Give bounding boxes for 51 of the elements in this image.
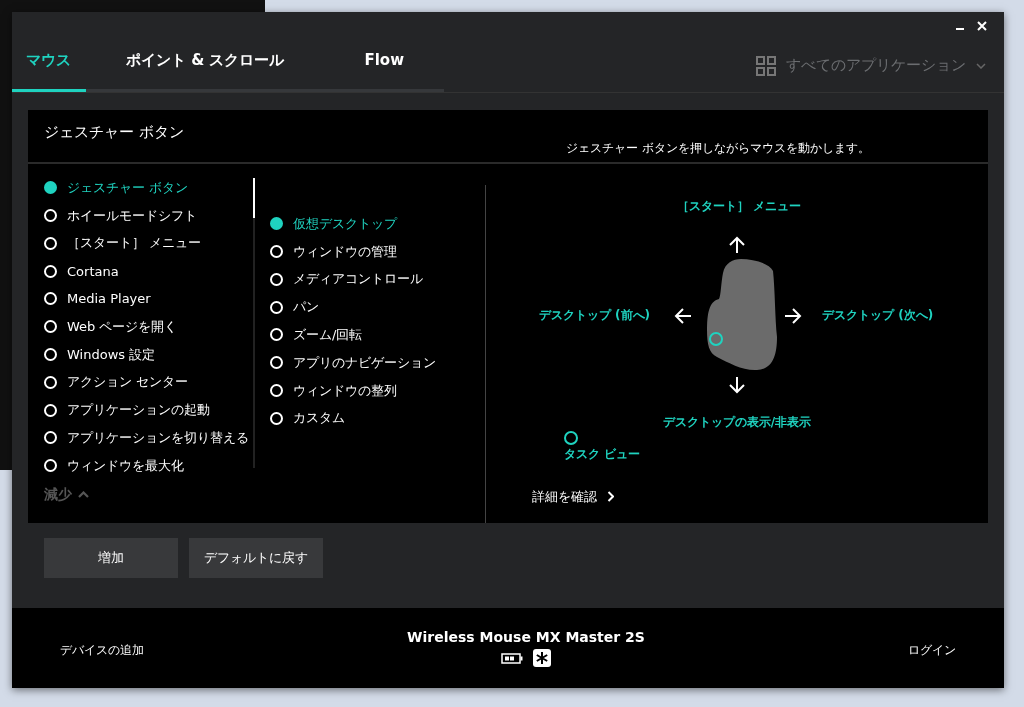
action-button[interactable]: デフォルトに戻す — [189, 538, 323, 579]
asterisk-badge-icon — [533, 649, 551, 668]
arrow-right-icon — [784, 306, 802, 325]
minimize-icon — [956, 28, 964, 31]
option-item[interactable]: アプリケーションを切り替える — [44, 424, 249, 452]
battery-icon — [501, 652, 523, 664]
option-item[interactable]: カスタム — [270, 404, 345, 433]
panel-title: ジェスチャー ボタン — [44, 122, 184, 142]
scrollbar[interactable] — [253, 177, 255, 468]
details-link[interactable]: 詳細を確認 — [532, 487, 614, 506]
option-item[interactable]: ジェスチャー ボタン — [44, 173, 189, 202]
tab[interactable]: Flow — [324, 39, 444, 92]
login-link[interactable]: ログイン — [908, 641, 956, 659]
option-item[interactable]: アプリケーションの起動 — [44, 396, 210, 425]
option-item[interactable]: アプリのナビゲーション — [270, 348, 436, 377]
close-button[interactable] — [976, 19, 988, 32]
gesture-label: デスクトップ (前へ) — [538, 306, 650, 324]
option-item[interactable]: パン — [270, 293, 319, 322]
option-item[interactable]: ウィンドウを最大化 — [44, 451, 184, 480]
chevron-down-icon — [976, 62, 986, 69]
option-item[interactable]: ［スタート］ メニュー — [44, 229, 202, 258]
gesture-label: デスクトップの表示/非表示 — [662, 413, 812, 431]
device-name: Wireless Mouse MX Master 2S — [407, 629, 645, 646]
option-item[interactable]: 仮想デスクトップ — [270, 209, 397, 238]
arrow-left-icon — [674, 306, 692, 325]
gesture-label: デスクトップ (次へ) — [822, 306, 934, 324]
option-item[interactable]: Media Player — [44, 285, 151, 313]
option-item[interactable]: アクション センター — [44, 368, 189, 397]
arrow-down-icon — [728, 375, 746, 394]
option-item[interactable]: Web ページを開く — [44, 312, 178, 341]
click-circle-icon — [564, 430, 578, 445]
gesture-label: タスク ビュー — [564, 445, 641, 463]
chevron-up-icon — [78, 491, 89, 499]
option-item[interactable]: ホイールモードシフト — [44, 201, 197, 230]
option-item[interactable]: メディアコントロール — [270, 265, 423, 294]
option-item[interactable]: ウィンドウの管理 — [270, 237, 397, 266]
arrow-up-icon — [728, 235, 746, 254]
add-device-link[interactable]: デバイスの追加 — [60, 641, 144, 659]
option-item[interactable]: Cortana — [44, 257, 119, 286]
tab[interactable]: ポイント & スクロール — [85, 39, 325, 92]
tab[interactable]: マウス — [12, 39, 86, 92]
option-item[interactable]: Windows 設定 — [44, 340, 156, 369]
scrollbar-thumb[interactable] — [253, 177, 255, 218]
gesture-label: ［スタート］ メニュー — [676, 197, 802, 215]
action-button[interactable]: 増加 — [44, 538, 178, 579]
option-item[interactable]: ウィンドウの整列 — [270, 376, 397, 405]
panel-description: ジェスチャー ボタンを押しながらマウスを動かします。 — [566, 139, 870, 157]
chevron-right-icon — [607, 491, 614, 503]
option-item[interactable]: ズーム/回転 — [270, 321, 363, 349]
grid-icon — [756, 55, 776, 76]
close-icon — [976, 19, 988, 32]
